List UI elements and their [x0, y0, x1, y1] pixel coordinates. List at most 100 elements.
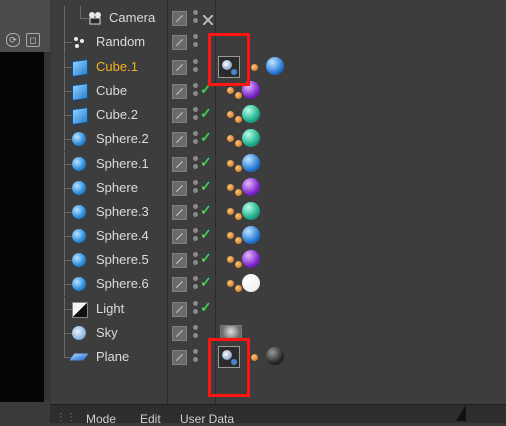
visibility-dots[interactable]	[192, 59, 200, 75]
material-tag-blue[interactable]	[242, 154, 260, 172]
selection-tag-icon[interactable]	[251, 64, 258, 71]
visibility-dots[interactable]	[192, 156, 200, 172]
enabled-check-icon[interactable]: ✓	[200, 105, 212, 122]
selection-tag-icon[interactable]	[227, 280, 234, 287]
enabled-check-icon[interactable]: ✓	[200, 226, 212, 243]
object-name[interactable]: Sphere.3	[96, 204, 149, 219]
layer-toggle[interactable]	[172, 11, 187, 26]
visibility-dots[interactable]	[192, 301, 200, 317]
layer-toggle[interactable]	[172, 350, 187, 365]
object-name[interactable]: Light	[96, 301, 124, 316]
object-row-sphere-4[interactable]: Sphere.4 ✓	[52, 224, 506, 248]
object-name[interactable]: Sphere.6	[96, 276, 149, 291]
selection-tag-icon[interactable]	[235, 261, 242, 268]
layer-toggle[interactable]	[172, 35, 187, 50]
visibility-dots[interactable]	[192, 180, 200, 196]
layer-toggle[interactable]	[172, 205, 187, 220]
enabled-check-icon[interactable]: ✓	[200, 129, 212, 146]
layer-toggle[interactable]	[172, 302, 187, 317]
object-name-selected[interactable]: Cube.1	[96, 59, 138, 74]
object-row-cube[interactable]: Cube ✓	[52, 79, 506, 103]
object-row-cube-1[interactable]: Cube.1	[52, 55, 506, 79]
menu-user-data[interactable]: User Data	[180, 412, 234, 426]
object-name[interactable]: Sphere.4	[96, 228, 149, 243]
layer-toggle[interactable]	[172, 181, 187, 196]
object-row-sphere[interactable]: Sphere ✓	[52, 176, 506, 200]
selection-tag-icon[interactable]	[227, 184, 234, 191]
object-name[interactable]: Sphere.1	[96, 156, 149, 171]
material-tag-purple[interactable]	[242, 250, 260, 268]
object-row-plane[interactable]: Plane	[52, 345, 506, 369]
menu-mode[interactable]: Mode	[86, 412, 116, 426]
selection-tag-icon[interactable]	[235, 165, 242, 172]
layer-toggle[interactable]	[172, 326, 187, 341]
object-row-random[interactable]: Random	[52, 30, 506, 54]
maximize-icon[interactable]: ◻	[26, 33, 40, 47]
navigation-arrow-icon[interactable]	[456, 405, 466, 421]
selection-tag-icon[interactable]	[227, 87, 234, 94]
enabled-check-icon[interactable]: ✓	[200, 154, 212, 171]
visibility-dots[interactable]	[192, 131, 200, 147]
object-name[interactable]: Plane	[96, 349, 129, 364]
selection-tag-icon[interactable]	[251, 354, 258, 361]
object-name[interactable]: Sphere.5	[96, 252, 149, 267]
selection-tag-icon[interactable]	[235, 116, 242, 123]
selection-tag-icon[interactable]	[227, 111, 234, 118]
material-tag-white[interactable]	[242, 274, 260, 292]
object-name[interactable]: Camera	[109, 10, 155, 25]
visibility-dots[interactable]	[192, 276, 200, 292]
material-tag-purple[interactable]	[242, 178, 260, 196]
material-tag-blue[interactable]	[266, 57, 284, 75]
object-row-sphere-3[interactable]: Sphere.3 ✓	[52, 200, 506, 224]
object-name[interactable]: Random	[96, 34, 145, 49]
layer-toggle[interactable]	[172, 60, 187, 75]
object-name[interactable]: Sphere	[96, 180, 138, 195]
enabled-check-icon[interactable]: ✓	[200, 178, 212, 195]
material-tag-blue[interactable]	[242, 226, 260, 244]
selection-tag-icon[interactable]	[235, 140, 242, 147]
object-row-sphere-1[interactable]: Sphere.1 ✓	[52, 152, 506, 176]
object-row-cube-2[interactable]: Cube.2 ✓	[52, 103, 506, 127]
selection-tag-icon[interactable]	[227, 160, 234, 167]
enabled-check-icon[interactable]: ✓	[200, 274, 212, 291]
material-tag-teal[interactable]	[242, 202, 260, 220]
layer-toggle[interactable]	[172, 277, 187, 292]
object-row-sky[interactable]: Sky	[52, 321, 506, 345]
selection-tag-icon[interactable]	[235, 92, 242, 99]
sync-icon[interactable]: ⟳	[6, 33, 20, 47]
selection-tag-icon[interactable]	[227, 256, 234, 263]
material-tag-teal[interactable]	[242, 105, 260, 123]
menu-edit[interactable]: Edit	[140, 412, 161, 426]
layer-toggle[interactable]	[172, 132, 187, 147]
visibility-dots[interactable]	[192, 204, 200, 220]
object-row-sphere-6[interactable]: Sphere.6 ✓	[52, 272, 506, 296]
layer-toggle[interactable]	[172, 157, 187, 172]
layer-toggle[interactable]	[172, 253, 187, 268]
selection-tag-icon[interactable]	[235, 189, 242, 196]
object-name[interactable]: Cube.2	[96, 107, 138, 122]
selection-tag-icon[interactable]	[227, 208, 234, 215]
object-row-sphere-2[interactable]: Sphere.2 ✓	[52, 127, 506, 151]
visibility-dots[interactable]	[192, 10, 200, 26]
selection-tag-icon[interactable]	[235, 285, 242, 292]
object-row-camera[interactable]: Camera	[52, 6, 506, 30]
visibility-dots[interactable]	[192, 325, 200, 341]
visibility-dots[interactable]	[192, 83, 200, 99]
selection-tag-icon[interactable]	[235, 237, 242, 244]
visibility-dots[interactable]	[192, 228, 200, 244]
grip-handle-icon[interactable]: ⋮⋮	[56, 412, 76, 423]
material-tag-black[interactable]	[266, 347, 284, 365]
enabled-check-icon[interactable]: ✓	[200, 299, 212, 316]
selection-tag-icon[interactable]	[235, 213, 242, 220]
enabled-check-icon[interactable]: ✓	[200, 202, 212, 219]
layer-toggle[interactable]	[172, 229, 187, 244]
selection-tag-icon[interactable]	[227, 135, 234, 142]
viewport-canvas[interactable]	[0, 52, 44, 402]
visibility-dots[interactable]	[192, 107, 200, 123]
visibility-dots[interactable]	[192, 34, 200, 50]
layer-toggle[interactable]	[172, 84, 187, 99]
layer-toggle[interactable]	[172, 108, 187, 123]
visibility-dots[interactable]	[192, 252, 200, 268]
object-name[interactable]: Cube	[96, 83, 127, 98]
selection-tag-icon[interactable]	[227, 232, 234, 239]
